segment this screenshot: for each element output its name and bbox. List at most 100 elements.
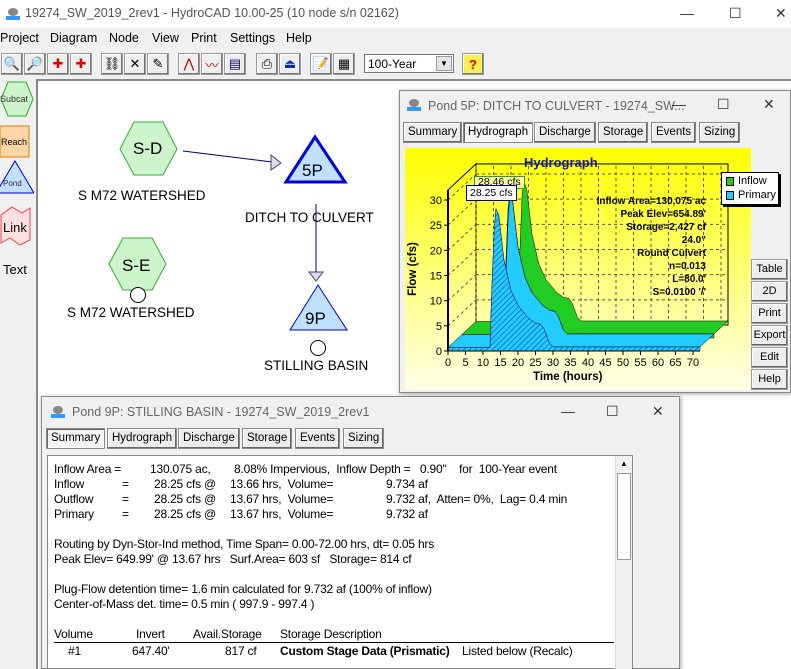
summary-value: 13.67 hrs, Volume= bbox=[230, 492, 334, 506]
chart-legend: Inflow Primary bbox=[721, 172, 779, 205]
summary-eq: = bbox=[122, 477, 129, 491]
calculator-icon[interactable]: ▦ bbox=[333, 53, 355, 75]
fit-icon[interactable]: ✚ bbox=[47, 53, 69, 75]
y-tick-label: 0 bbox=[436, 346, 442, 358]
legend-inflow: Inflow bbox=[738, 175, 767, 187]
scroll-up-icon[interactable]: ▲ bbox=[617, 457, 631, 471]
tab-summary[interactable]: Summary bbox=[403, 122, 463, 143]
delete-icon[interactable]: ✕ bbox=[124, 53, 146, 75]
table-header: Invert bbox=[136, 627, 165, 641]
summary-value: 8.08% Impervious, Inflow Depth = 0.90" f… bbox=[234, 462, 557, 476]
summary-text-area[interactable]: Inflow Area = 130.075 ac, 8.08% Impervio… bbox=[47, 455, 633, 669]
tab-sizing[interactable]: Sizing bbox=[343, 428, 385, 449]
find-icon[interactable]: ⛓ bbox=[101, 53, 123, 75]
help-button[interactable]: ? bbox=[462, 53, 484, 75]
info-line: Storage=2,427 cf bbox=[626, 222, 706, 233]
hydrocad-logo-icon bbox=[51, 406, 65, 418]
x-tick-label: 20 bbox=[512, 357, 524, 369]
table-icon[interactable]: ▤ bbox=[224, 53, 246, 75]
table-cell: Custom Stage Data (Prismatic) bbox=[280, 644, 450, 658]
legend-primary: Primary bbox=[738, 189, 776, 201]
graph-icon[interactable]: 〰 bbox=[201, 53, 223, 75]
close-button[interactable]: ✕ bbox=[763, 96, 775, 113]
summary-eq: = bbox=[122, 507, 129, 521]
info-line: S=0.0100 '/' bbox=[652, 287, 706, 298]
chevron-down-icon[interactable]: ▼ bbox=[436, 56, 452, 71]
detention-line: Center-of-Mass det. time= 0.5 min ( 997.… bbox=[54, 597, 315, 611]
x-tick-label: 65 bbox=[669, 357, 681, 369]
table-header: Avail.Storage bbox=[193, 627, 262, 641]
table-divider bbox=[54, 642, 614, 643]
table-cell: Listed below (Recalc) bbox=[462, 644, 573, 658]
tab-sizing[interactable]: Sizing bbox=[699, 122, 741, 143]
info-line: L=80.0' bbox=[672, 274, 706, 285]
table-header: Volume bbox=[54, 627, 93, 641]
export-button[interactable]: Export bbox=[751, 325, 788, 346]
summary-value: 13.66 hrs, Volume= bbox=[230, 477, 334, 491]
summary-value: 28.25 cfs @ bbox=[154, 492, 217, 506]
tab-summary[interactable]: Summary bbox=[46, 428, 106, 449]
maximize-button[interactable]: ☐ bbox=[717, 96, 730, 113]
tab-storage[interactable]: Storage bbox=[242, 428, 293, 449]
chart-title: Hydrograph bbox=[524, 155, 598, 170]
help-button[interactable]: Help bbox=[751, 369, 788, 390]
expand-icon[interactable]: ✚ bbox=[70, 53, 92, 75]
info-line: Inflow Area=130,075 ac bbox=[596, 196, 706, 207]
x-tick-label: 60 bbox=[652, 357, 664, 369]
maximize-button[interactable]: ☐ bbox=[606, 403, 619, 420]
close-button[interactable]: ✕ bbox=[775, 5, 787, 22]
tab-hydrograph[interactable]: Hydrograph bbox=[107, 428, 178, 449]
2d-button[interactable]: 2D bbox=[751, 281, 788, 302]
table-button[interactable]: Table bbox=[751, 259, 788, 280]
close-button[interactable]: ✕ bbox=[652, 403, 664, 420]
print-button[interactable]: Print bbox=[751, 303, 788, 324]
tab-hydrograph[interactable]: Hydrograph bbox=[463, 122, 534, 143]
window-title: Pond 5P: DITCH TO CULVERT - 19274_SW... bbox=[428, 99, 685, 113]
x-tick-label: 55 bbox=[634, 357, 646, 369]
summary-eq: = bbox=[122, 492, 129, 506]
scroll-thumb[interactable] bbox=[617, 473, 631, 560]
minimize-button[interactable]: — bbox=[561, 403, 575, 419]
edit-button[interactable]: Edit bbox=[751, 347, 788, 368]
y-axis-label: Flow (cfs) bbox=[407, 242, 419, 296]
table-header: Storage Description bbox=[280, 627, 382, 641]
tab-events[interactable]: Events bbox=[295, 428, 341, 449]
link-s-d-5p bbox=[182, 150, 273, 163]
x-tick-label: 35 bbox=[564, 357, 576, 369]
summary-label: Inflow Area = bbox=[54, 462, 122, 476]
vertical-scrollbar[interactable]: ▲ bbox=[615, 456, 632, 669]
summary-label: Inflow bbox=[54, 477, 85, 491]
x-tick-label: 10 bbox=[477, 357, 489, 369]
tab-discharge[interactable]: Discharge bbox=[534, 122, 596, 143]
y-tick-label: 25 bbox=[430, 220, 442, 232]
routing-line: Peak Elev= 649.99' @ 13.67 hrs Surf.Area… bbox=[54, 552, 412, 566]
chart-info: Inflow Area=130,075 ac Peak Elev=654.89'… bbox=[562, 195, 706, 299]
legend-swatch-primary bbox=[726, 191, 734, 200]
info-line: 24.0" bbox=[681, 235, 706, 246]
zoom-out-icon[interactable]: 🔎 bbox=[24, 53, 46, 75]
tab-events[interactable]: Events bbox=[651, 122, 697, 143]
event-dropdown[interactable]: 100-Year ▼ bbox=[364, 54, 454, 73]
event-value: 100-Year bbox=[368, 57, 417, 71]
maximize-button[interactable]: ☐ bbox=[729, 5, 742, 22]
window-title: Pond 9P: STILLING BASIN - 19274_SW_2019_… bbox=[72, 405, 370, 419]
summary-label: Primary bbox=[54, 507, 94, 521]
print-icon[interactable]: ⎙ bbox=[256, 53, 278, 75]
toolbar: 🔍 🔎 ✚ ✚ ⛓ ✕ ✎ ⋀ 〰 ▤ ⎙ ⏏ 📝 ▦ 100-Year ▼ ? bbox=[0, 48, 791, 78]
minimize-button[interactable]: — bbox=[672, 96, 686, 112]
edit-icon[interactable]: ✎ bbox=[147, 53, 169, 75]
minimize-button[interactable]: — bbox=[680, 5, 694, 21]
zoom-in-icon[interactable]: 🔍 bbox=[1, 53, 23, 75]
report-icon[interactable]: 📝 bbox=[310, 53, 332, 75]
info-line: Peak Elev=654.89' bbox=[620, 209, 706, 220]
primary-peak-label: 28.25 cfs bbox=[466, 185, 517, 201]
x-tick-label: 70 bbox=[687, 357, 699, 369]
routing-line: Routing by Dyn-Stor-Ind method, Time Spa… bbox=[54, 537, 435, 551]
y-tick-label: 5 bbox=[436, 321, 442, 333]
tab-storage[interactable]: Storage bbox=[598, 122, 649, 143]
table-cell: #1 bbox=[68, 644, 81, 658]
node-s-d-label: S M72 WATERSHED bbox=[78, 188, 206, 203]
tab-discharge[interactable]: Discharge bbox=[178, 428, 240, 449]
hydrograph-icon[interactable]: ⋀ bbox=[178, 53, 200, 75]
print-preview-icon[interactable]: ⏏ bbox=[279, 53, 301, 75]
